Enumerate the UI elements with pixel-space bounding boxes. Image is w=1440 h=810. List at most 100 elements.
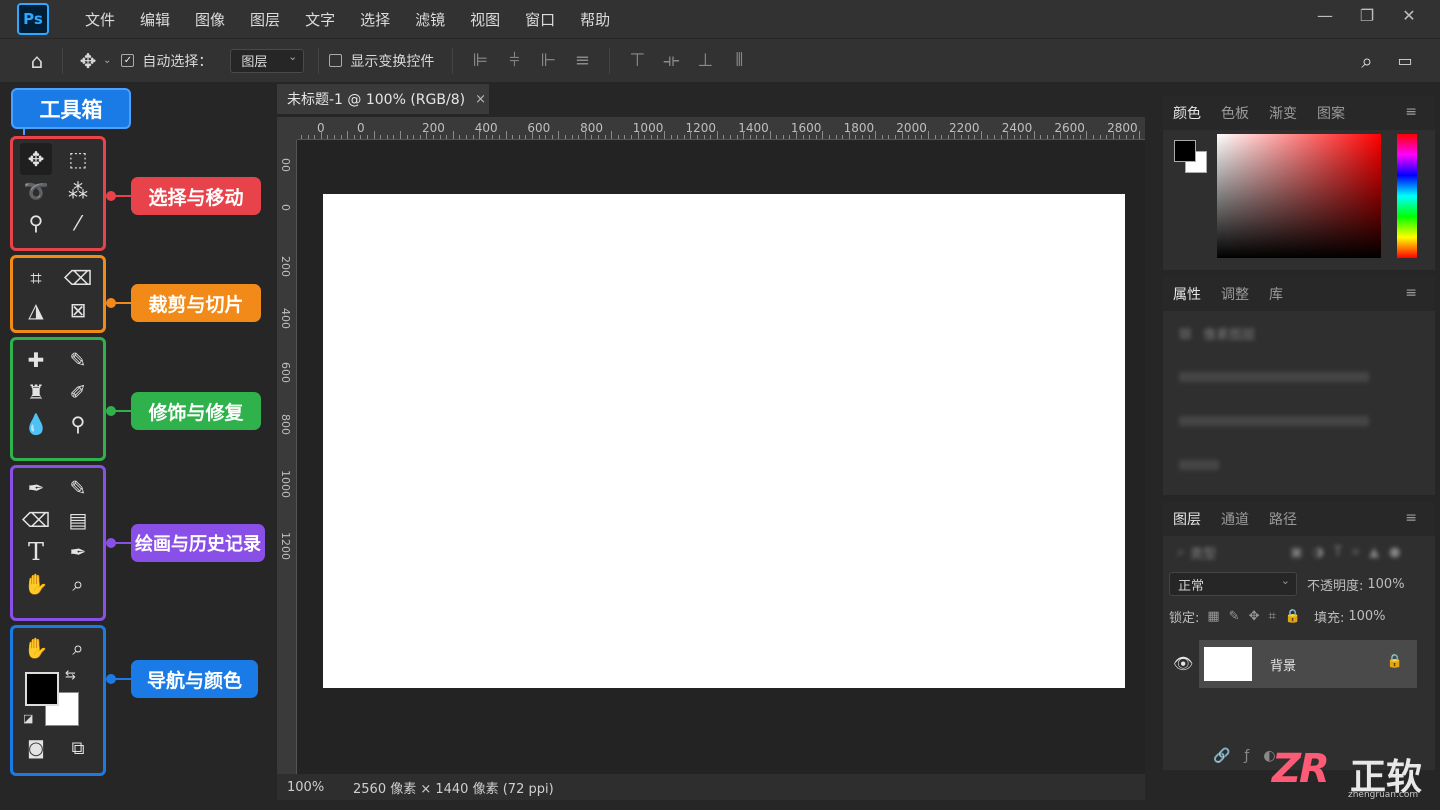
hue-slider[interactable] [1397,134,1417,258]
menu-image[interactable]: 图像 [195,9,225,30]
perspective-crop-icon[interactable]: ◮ [20,294,52,326]
close-tab-icon[interactable]: × [475,92,486,107]
layer-row[interactable]: 背景 🔒 [1199,640,1417,688]
opacity-value[interactable]: 100% [1367,577,1404,592]
menu-view[interactable]: 视图 [470,9,500,30]
vertical-ruler[interactable]: 00 0 200 400 600 800 1000 1200 [277,140,297,774]
panel-menu-icon[interactable]: ≡ [1395,104,1427,120]
lock-icon[interactable]: 🔒 [1387,654,1403,669]
quick-mask-icon[interactable]: ◙ [20,732,52,764]
eraser-icon[interactable]: ⌫ [62,262,94,294]
workspace-icon[interactable]: ▭ [1390,51,1420,70]
brush-icon[interactable]: ✎ [62,472,94,504]
tab-adjustments[interactable]: 调整 [1211,284,1259,304]
tab-channels[interactable]: 通道 [1211,509,1259,529]
quick-select-icon[interactable]: ⁄ [62,207,94,239]
align-bottom-icon[interactable]: ⊥ [688,50,722,71]
healing-brush-icon[interactable]: ✚ [20,344,52,376]
hand-tool-icon[interactable]: ✋ [20,632,52,664]
swap-colors-icon[interactable]: ⇆ [65,668,76,683]
search-icon[interactable]: ⌕ [1177,545,1184,560]
lock-icons[interactable]: ▦✎✥⌗🔒 [1207,609,1310,624]
distribute-icon[interactable]: ≡ [565,50,599,71]
hand-tool-icon[interactable]: ✋ [20,568,52,600]
path-pen-icon[interactable]: ✒ [62,536,94,568]
move-tool-icon[interactable]: ✥ [20,143,52,175]
marquee-tool-icon[interactable]: ⬚ [62,143,94,175]
default-colors-icon[interactable]: ◪ [23,712,33,725]
horizontal-ruler[interactable]: 0 0 200 400 600 800 1000 1200 1400 1600 1800 2000 22… [297,117,1145,140]
menu-window[interactable]: 窗口 [525,9,555,30]
tool-group-navigation-color: ✋ ⌕ ⇆ ◪ ◙ ⧉ [10,625,106,776]
eyedropper-icon[interactable]: ⚲ [20,207,52,239]
layer-filter-type[interactable]: 类型 [1190,543,1260,562]
move-tool-icon[interactable]: ✥ [73,49,103,73]
clone-stamp-icon[interactable]: ♜ [20,376,52,408]
fill-value[interactable]: 100% [1348,609,1385,624]
menu-type[interactable]: 文字 [305,9,335,30]
layer-name[interactable]: 背景 [1270,655,1296,674]
align-middle-icon[interactable]: ⟛ [654,50,688,71]
close-icon[interactable]: ✕ [1388,6,1430,25]
minimize-icon[interactable]: — [1304,6,1346,25]
tab-gradients[interactable]: 渐变 [1259,103,1307,123]
magic-wand-icon[interactable]: ⁂ [62,175,94,207]
foreground-color-swatch[interactable] [25,672,59,706]
restore-icon[interactable]: ❐ [1346,6,1388,25]
show-transform-checkbox[interactable] [329,54,343,67]
tab-patterns[interactable]: 图案 [1307,103,1355,123]
ruler-tick [637,131,639,139]
dodge-tool-icon[interactable]: ⚲ [62,408,94,440]
color-swatches[interactable]: ⇆ ◪ [13,668,97,732]
align-center-icon[interactable]: ⫩ [497,50,531,71]
menu-layer[interactable]: 图层 [250,9,280,30]
chevron-down-icon[interactable]: ⌄ [103,55,111,66]
menu-help[interactable]: 帮助 [580,9,610,30]
blur-tool-icon[interactable]: 💧 [20,408,52,440]
visibility-eye-icon[interactable]: 👁 [1173,654,1193,673]
zoom-tool-icon[interactable]: ⌕ [62,568,94,600]
distribute-vertical-icon[interactable]: ⦀ [722,50,756,71]
lasso-tool-icon[interactable]: ➰ [20,175,52,207]
home-icon[interactable]: ⌂ [22,49,52,73]
blend-mode-select[interactable]: 正常 [1169,572,1297,596]
tab-swatches[interactable]: 色板 [1211,103,1259,123]
brush-icon[interactable]: ✎ [62,344,94,376]
eraser-icon[interactable]: ⌫ [20,504,52,536]
crop-tool-icon[interactable]: ⌗ [20,262,52,294]
tab-paths[interactable]: 路径 [1259,509,1307,529]
tab-color[interactable]: 颜色 [1163,103,1211,123]
ruler-v-label: 200 [279,256,292,277]
frame-tool-icon[interactable]: ⊠ [62,294,94,326]
tab-libraries[interactable]: 库 [1259,284,1293,304]
screen-mode-icon[interactable]: ⧉ [62,732,94,764]
document-info[interactable]: 2560 像素 × 1440 像素 (72 ppi) [353,778,554,797]
gradient-tool-icon[interactable]: ▤ [62,504,94,536]
ruler-h-label: 2800 [1107,121,1138,135]
type-tool-icon[interactable]: T [20,536,52,568]
tab-properties[interactable]: 属性 [1163,284,1211,304]
menu-edit[interactable]: 编辑 [140,9,170,30]
align-top-icon[interactable]: ⊤ [620,50,654,71]
color-picker-field[interactable] [1217,134,1381,258]
align-right-icon[interactable]: ⊩ [531,50,565,71]
search-icon[interactable]: ⌕ [1352,49,1382,73]
document-tab[interactable]: 未标题-1 @ 100% (RGB/8) × [277,84,489,114]
photoshop-logo[interactable]: Ps [17,3,49,35]
panel-menu-icon[interactable]: ≡ [1395,510,1427,526]
history-brush-icon[interactable]: ✐ [62,376,94,408]
auto-select-checkbox[interactable]: ✓ [121,54,135,67]
layer-filter-icons[interactable]: ▣◑T⌗▲● [1290,545,1410,560]
menu-file[interactable]: 文件 [85,9,115,30]
pen-tool-icon[interactable]: ✒ [20,472,52,504]
auto-select-dropdown[interactable]: 图层 [230,48,305,73]
menu-filter[interactable]: 滤镜 [415,9,445,30]
tab-layers[interactable]: 图层 [1163,509,1211,529]
menu-select[interactable]: 选择 [360,9,390,30]
canvas[interactable] [323,194,1125,688]
zoom-tool-icon[interactable]: ⌕ [62,632,94,664]
align-left-icon[interactable]: ⊫ [463,50,497,71]
panel-menu-icon[interactable]: ≡ [1395,285,1427,301]
zoom-level[interactable]: 100% [277,780,337,795]
foreground-color-swatch[interactable] [1174,140,1196,162]
